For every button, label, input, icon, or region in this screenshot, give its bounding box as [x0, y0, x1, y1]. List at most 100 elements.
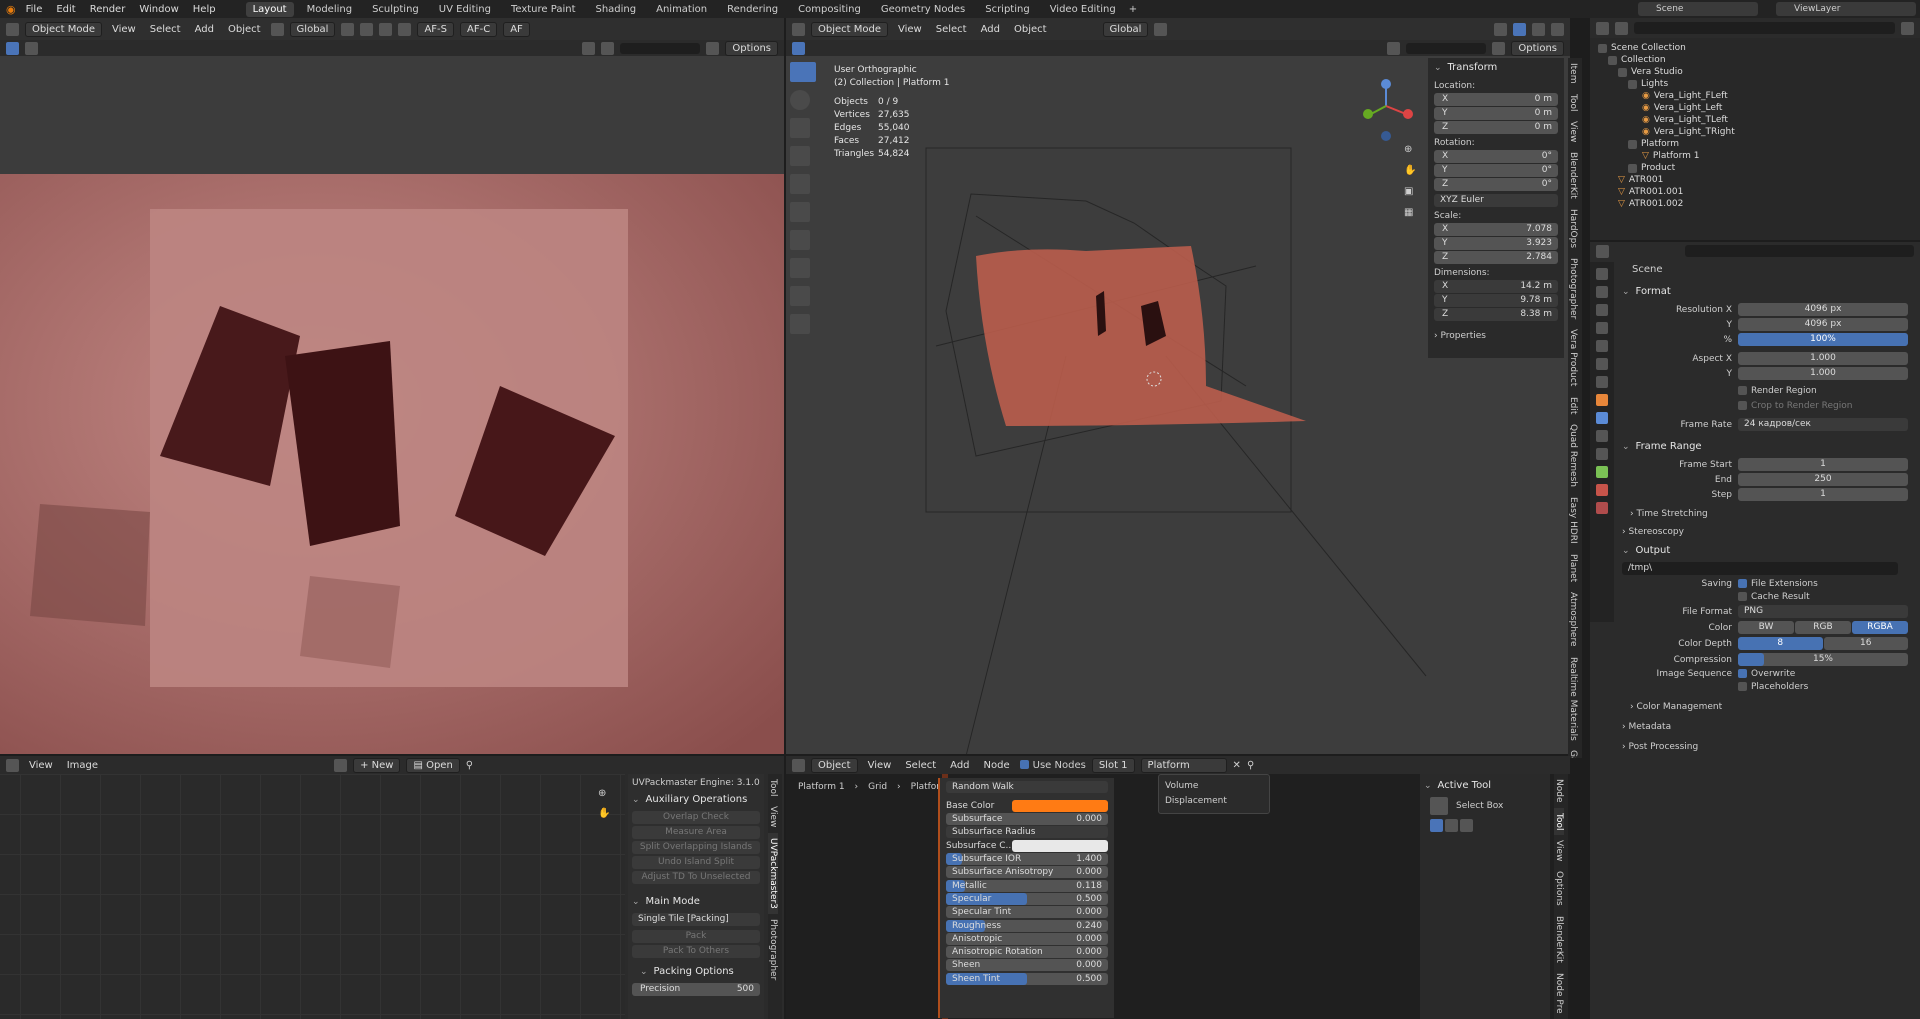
menu-edit[interactable]: Edit: [52, 4, 79, 15]
orientation-selector[interactable]: Global: [1102, 21, 1149, 37]
uv-grid[interactable]: [0, 774, 625, 1019]
pack-button[interactable]: Pack: [632, 930, 760, 943]
menu-select[interactable]: Select: [901, 760, 940, 771]
select-mode-icon[interactable]: [25, 41, 38, 55]
color-rgba-button[interactable]: RGBA: [1852, 621, 1908, 634]
aux-operations-header[interactable]: Auxiliary Operations: [632, 788, 760, 809]
editor-type-icon[interactable]: [6, 22, 19, 36]
packing-options-header[interactable]: Packing Options: [632, 960, 760, 981]
workspace-tab-rendering[interactable]: Rendering: [720, 2, 785, 17]
filter-icon[interactable]: [1492, 41, 1506, 55]
slot-select[interactable]: Slot 1: [1091, 757, 1135, 773]
undo-island-split-button[interactable]: Undo Island Split: [632, 856, 760, 869]
location-x-field[interactable]: X0 m: [1434, 93, 1558, 106]
file-extensions-checkbox[interactable]: File Extensions: [1738, 579, 1908, 589]
menu-add[interactable]: Add: [191, 24, 218, 35]
output-path-field[interactable]: /tmp\: [1622, 562, 1898, 575]
color-rgb-button[interactable]: RGB: [1795, 621, 1851, 634]
bsdf-field-roughness[interactable]: Roughness 0.240: [946, 919, 1108, 932]
post-processing-panel[interactable]: › Post Processing: [1618, 732, 1918, 752]
bsdf-field-subsurface-anisotropy[interactable]: Subsurface Anisotropy 0.000: [946, 866, 1108, 879]
outliner-row-light-tleft[interactable]: ◉ Vera_Light_TLeft: [1598, 114, 1912, 126]
physics-tab-icon[interactable]: [1596, 448, 1608, 460]
tab-options[interactable]: Options: [1554, 866, 1564, 911]
menu-object[interactable]: Object: [1010, 24, 1051, 35]
tab-planet[interactable]: Planet: [1568, 549, 1578, 587]
properties-search-input[interactable]: [1685, 245, 1914, 257]
search-icon[interactable]: [601, 41, 615, 55]
bsdf-field-subsurface-ior[interactable]: Subsurface IOR 1.400: [946, 853, 1108, 866]
aspect-x-field[interactable]: 1.000: [1738, 352, 1908, 365]
editor-type-icon[interactable]: [792, 758, 805, 772]
workspace-tab-scripting[interactable]: Scripting: [978, 2, 1036, 17]
dimension-x-field[interactable]: X 14.2 m: [1434, 280, 1558, 293]
menu-window[interactable]: Window: [135, 4, 182, 15]
displacement-option[interactable]: Displacement: [1165, 794, 1263, 809]
tab-tool[interactable]: Tool: [1554, 807, 1564, 835]
menu-render[interactable]: Render: [86, 4, 130, 15]
modifier-tab-icon[interactable]: [1596, 412, 1608, 424]
xray-icon[interactable]: [1532, 22, 1545, 36]
dimension-y-field[interactable]: Y 9.78 m: [1434, 294, 1558, 307]
bsdf-field-anisotropic-rotation[interactable]: Anisotropic Rotation 0.000: [946, 946, 1108, 959]
outliner-row-platform-collection[interactable]: Platform: [1598, 138, 1912, 150]
menu-view[interactable]: View: [894, 24, 926, 35]
workspace-tab-compositing[interactable]: Compositing: [791, 2, 868, 17]
format-panel-header[interactable]: Format: [1618, 282, 1918, 301]
active-tool-header[interactable]: Active Tool: [1424, 778, 1546, 797]
menu-node[interactable]: Node: [980, 760, 1014, 771]
subsurface-field[interactable]: Subsurface 0.000: [946, 813, 1108, 826]
pan-hand-icon[interactable]: ✋: [598, 808, 610, 819]
frame-end-field[interactable]: 250: [1738, 473, 1908, 486]
select-tool-icon[interactable]: [6, 41, 19, 55]
outliner-editor-icon[interactable]: [1596, 21, 1609, 35]
color-management-subpanel[interactable]: › Color Management: [1618, 692, 1918, 712]
shader-type-select[interactable]: Object: [811, 757, 858, 773]
pan-hand-icon[interactable]: ✋: [1404, 165, 1416, 176]
outliner-row-light-fleft[interactable]: ◉ Vera_Light_FLeft: [1598, 90, 1912, 102]
proportional-icon[interactable]: [360, 22, 374, 36]
color-bw-button[interactable]: BW: [1738, 621, 1794, 634]
tab-realtime-materials[interactable]: Realtime Materials: [1568, 652, 1578, 746]
select-extend-icon[interactable]: [1445, 819, 1458, 832]
workspace-tab-animation[interactable]: Animation: [649, 2, 714, 17]
rotation-mode-select[interactable]: XYZ Euler: [1434, 194, 1558, 207]
menu-view[interactable]: View: [864, 760, 896, 771]
menu-help[interactable]: Help: [189, 4, 220, 15]
volume-option[interactable]: Volume: [1165, 779, 1263, 794]
particles-tab-icon[interactable]: [1596, 430, 1608, 442]
properties-editor-icon[interactable]: [1596, 244, 1609, 258]
af-button[interactable]: AF: [503, 21, 530, 37]
cache-result-checkbox[interactable]: Cache Result: [1738, 592, 1908, 602]
tab-view[interactable]: View: [1568, 116, 1578, 147]
outliner-row-platform-1[interactable]: ▽ Platform 1: [1598, 150, 1912, 162]
shading-solid-icon[interactable]: [1551, 22, 1564, 36]
output-panel-header[interactable]: Output: [1618, 537, 1918, 560]
options-button[interactable]: Options: [725, 40, 778, 56]
shading-solid-icon[interactable]: [398, 22, 412, 36]
zoom-icon[interactable]: ⊕: [1404, 144, 1416, 155]
bsdf-field-sheen[interactable]: Sheen 0.000: [946, 959, 1108, 972]
tab-blenderkit[interactable]: BlenderKit: [1554, 911, 1564, 968]
outliner-search-input[interactable]: [1634, 22, 1895, 34]
pack-to-others-button[interactable]: Pack To Others: [632, 945, 760, 958]
material-select[interactable]: Platform: [1140, 757, 1227, 773]
workspace-tab-uv-editing[interactable]: UV Editing: [432, 2, 498, 17]
editor-type-icon[interactable]: [792, 22, 805, 36]
rotation-y-field[interactable]: Y 0°: [1434, 164, 1558, 177]
data-tab-icon[interactable]: [1596, 466, 1608, 478]
shader-node-editor[interactable]: Object View Select Add Node Use Nodes Sl…: [786, 756, 1570, 1019]
menu-image[interactable]: Image: [63, 760, 102, 771]
snap-icon[interactable]: [341, 22, 355, 36]
tool-tab-icon[interactable]: [1596, 268, 1608, 280]
tab-tool[interactable]: Tool: [768, 774, 778, 801]
overlay-icon[interactable]: [1513, 22, 1526, 36]
menu-object[interactable]: Object: [224, 24, 265, 35]
scale-y-field[interactable]: Y 3.923: [1434, 237, 1558, 250]
menu-view[interactable]: View: [108, 24, 140, 35]
select-box-tool[interactable]: Select Box: [1424, 797, 1546, 815]
metadata-panel[interactable]: › Metadata: [1618, 712, 1918, 732]
outliner-row-vera-studio[interactable]: Vera Studio: [1598, 66, 1912, 78]
placeholders-checkbox[interactable]: Placeholders: [1738, 682, 1908, 692]
tab-photographer[interactable]: Photographer: [1568, 253, 1578, 324]
